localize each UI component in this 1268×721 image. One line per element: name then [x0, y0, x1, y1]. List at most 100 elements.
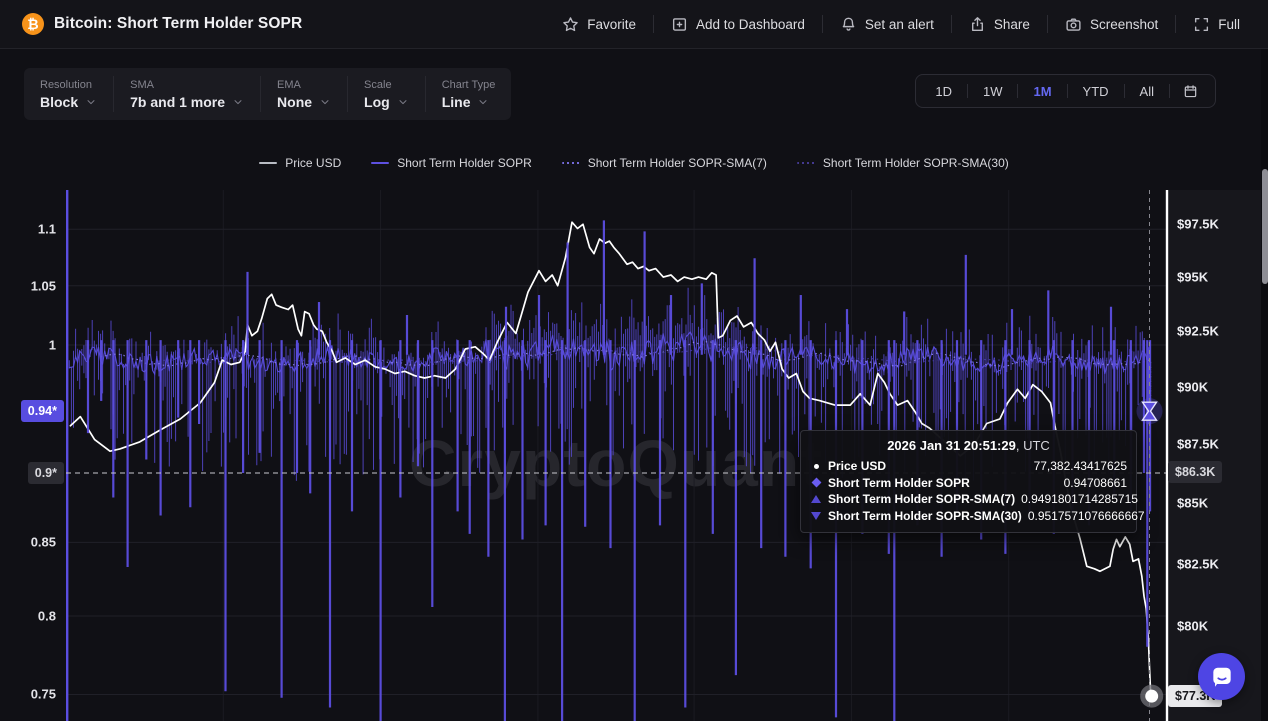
left-axis-tick: 1: [49, 338, 56, 353]
action-full-button[interactable]: Full: [1191, 12, 1242, 37]
bitcoin-logo-icon: ₿: [22, 13, 44, 35]
legend-item-3[interactable]: Short Term Holder SOPR-SMA(30): [797, 156, 1009, 170]
caret-down-icon: [397, 96, 409, 108]
caret-down-icon: [85, 96, 97, 108]
param-chart-type-dropdown[interactable]: Chart Type Line: [426, 68, 512, 120]
chat-widget-button[interactable]: [1198, 653, 1245, 700]
param-label: SMA: [130, 79, 244, 91]
camera-icon: [1065, 16, 1082, 33]
header-divider: [951, 15, 952, 33]
action-label: Full: [1218, 17, 1240, 32]
param-value-text: Line: [442, 94, 471, 110]
param-label: Scale: [364, 79, 409, 91]
sopr-sma7-line: [101, 341, 1151, 408]
left-axis-tick: 0.75: [31, 687, 56, 702]
range-all-button[interactable]: All: [1125, 75, 1169, 107]
header-divider: [653, 15, 654, 33]
tooltip-title: 2026 Jan 31 20:51:29, UTC: [810, 438, 1127, 453]
tooltip-series-value: 77,382.43417625: [1034, 458, 1127, 475]
range-1w-button[interactable]: 1W: [968, 75, 1018, 107]
legend-item-0[interactable]: Price USD: [259, 156, 341, 170]
action-favorite-button[interactable]: Favorite: [560, 12, 638, 37]
tooltip-row: Short Term Holder SOPR-SMA(30)0.95175710…: [810, 508, 1127, 525]
right-axis-tick: $90K: [1177, 380, 1208, 395]
triangle-up-marker-icon: [810, 495, 822, 503]
caret-down-icon: [319, 96, 331, 108]
legend-swatch: [797, 162, 815, 165]
legend-label: Short Term Holder SOPR-SMA(30): [823, 156, 1009, 170]
dashboard-add-icon: [671, 16, 688, 33]
header-divider: [1047, 15, 1048, 33]
sopr-series-line: [69, 332, 1150, 411]
app-root: ₿ Bitcoin: Short Term Holder SOPR Favori…: [0, 0, 1268, 721]
action-set-an-alert-button[interactable]: Set an alert: [838, 12, 936, 37]
tooltip-series-name: Price USD: [828, 458, 886, 475]
left-axis-tick: 1.05: [31, 278, 56, 293]
time-range-selector: 1D1W1MYTDAll: [915, 74, 1216, 108]
legend-swatch: [259, 162, 277, 165]
legend-label: Short Term Holder SOPR-SMA(7): [588, 156, 767, 170]
right-axis-tick: $95K: [1177, 270, 1208, 285]
legend-swatch: [562, 162, 580, 165]
calendar-button[interactable]: [1170, 84, 1211, 99]
range-1m-button[interactable]: 1M: [1018, 75, 1066, 107]
legend-item-1[interactable]: Short Term Holder SOPR: [371, 156, 532, 170]
right-axis-tick: $97.5K: [1177, 217, 1219, 232]
action-label: Add to Dashboard: [696, 17, 805, 32]
left-axis-badge-crosshair: 0.9*: [28, 462, 64, 484]
header-actions: Favorite Add to Dashboard Set an alert Shar…: [560, 12, 1242, 37]
param-value-text: 7b and 1 more: [130, 94, 225, 110]
left-axis-tick: 0.85: [31, 535, 56, 550]
sopr-sma30-line: [163, 347, 1151, 405]
caret-down-icon: [477, 96, 489, 108]
right-axis-tick: $87.5K: [1177, 437, 1219, 452]
tooltip-timezone: , UTC: [1016, 438, 1050, 453]
right-axis-badge-crosshair: $86.3K: [1168, 461, 1222, 483]
calendar-icon: [1183, 84, 1198, 99]
hourglass-glow: [1137, 398, 1163, 424]
header-bar: ₿ Bitcoin: Short Term Holder SOPR Favori…: [0, 0, 1268, 49]
left-axis-tick: 0.8: [38, 609, 56, 624]
param-value: None: [277, 94, 331, 110]
param-value-text: Log: [364, 94, 390, 110]
param-value-text: None: [277, 94, 312, 110]
range-ytd-button[interactable]: YTD: [1068, 75, 1124, 107]
action-screenshot-button[interactable]: Screenshot: [1063, 12, 1160, 37]
param-ema-dropdown[interactable]: EMA None: [261, 68, 347, 120]
tooltip-series-value: 0.9517571076666667: [1028, 508, 1145, 525]
triangle-down-marker-icon: [810, 512, 822, 520]
right-axis-tick: $85K: [1177, 496, 1208, 511]
dot-marker-icon: [810, 464, 822, 469]
action-label: Set an alert: [865, 17, 934, 32]
price-last-marker: [1145, 690, 1158, 703]
range-1d-button[interactable]: 1D: [920, 75, 967, 107]
tooltip-row: Short Term Holder SOPR-SMA(7)0.949180171…: [810, 491, 1127, 508]
chart-tooltip: 2026 Jan 31 20:51:29, UTC Price USD 77,38…: [800, 430, 1137, 533]
scrollbar-thumb[interactable]: [1262, 169, 1268, 284]
fullscreen-icon: [1193, 16, 1210, 33]
tooltip-series-name: Short Term Holder SOPR: [828, 475, 970, 492]
action-add-to-dashboard-button[interactable]: Add to Dashboard: [669, 12, 807, 37]
page-scrollbar[interactable]: [1261, 49, 1268, 721]
price-marker-ring: [1143, 687, 1161, 705]
bell-icon: [840, 16, 857, 33]
right-axis[interactable]: $97.5K$95K$92.5K$90K$87.5K$85K$82.5K$80K…: [1166, 0, 1268, 721]
param-sma-dropdown[interactable]: SMA 7b and 1 more: [114, 68, 260, 120]
param-value: Log: [364, 94, 409, 110]
param-label: Chart Type: [442, 79, 496, 91]
right-axis-tick: $82.5K: [1177, 556, 1219, 571]
param-scale-dropdown[interactable]: Scale Log: [348, 68, 425, 120]
legend-item-2[interactable]: Short Term Holder SOPR-SMA(7): [562, 156, 767, 170]
tooltip-series-value: 0.94708661: [1064, 475, 1127, 492]
left-axis-badge-current: 0.94*: [21, 400, 64, 422]
chart-title-group: ₿ Bitcoin: Short Term Holder SOPR: [22, 13, 302, 35]
tooltip-row: Short Term Holder SOPR 0.94708661: [810, 475, 1127, 492]
param-value: Block: [40, 94, 97, 110]
action-share-button[interactable]: Share: [967, 12, 1032, 37]
chart-legend: Price USD Short Term Holder SOPR Short Ter…: [0, 156, 1268, 170]
param-value: 7b and 1 more: [130, 94, 244, 110]
param-label: EMA: [277, 79, 331, 91]
param-resolution-dropdown[interactable]: ResolutionBlock: [24, 68, 113, 120]
hourglass-cursor-icon: [1143, 402, 1157, 420]
action-label: Favorite: [587, 17, 636, 32]
